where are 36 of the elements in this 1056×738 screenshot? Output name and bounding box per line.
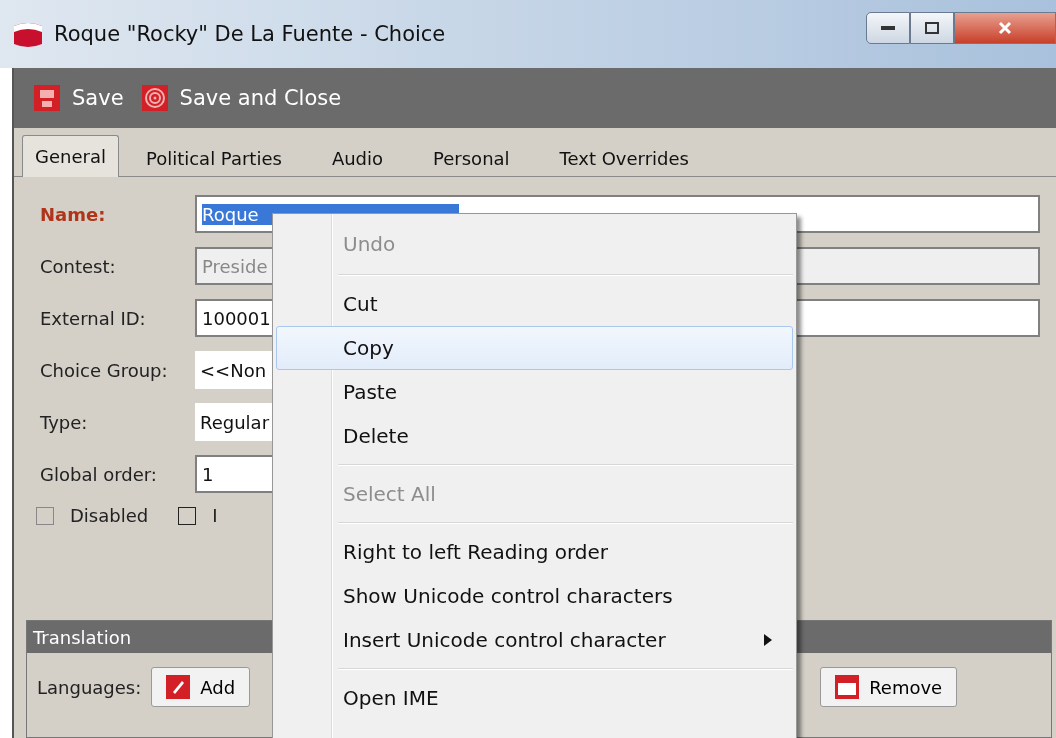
tab[interactable]: Personal <box>410 140 533 176</box>
field-label: Name: <box>40 203 107 225</box>
tab[interactable]: General <box>22 135 119 177</box>
checkbox-label: I <box>212 505 218 526</box>
save-button[interactable]: Save <box>30 85 128 111</box>
checkbox[interactable] <box>178 506 197 525</box>
window-title: Roque "Rocky" De La Fuente - Choice <box>54 22 447 46</box>
pencil-icon <box>166 675 191 699</box>
menu-item[interactable]: Right to left Reading order <box>276 530 793 574</box>
field-label: Type: <box>40 411 89 433</box>
add-button[interactable]: Add <box>151 667 251 707</box>
menu-item[interactable]: Open IME <box>276 676 793 720</box>
target-icon <box>141 85 168 111</box>
tab[interactable]: Text Overrides <box>536 140 712 176</box>
tab[interactable]: Political Parties <box>122 140 305 176</box>
save-and-close-button[interactable]: Save and Close <box>137 85 346 111</box>
field-label: Choice Group: <box>40 359 169 381</box>
menu-item[interactable]: Cut <box>276 282 793 326</box>
field-label: Languages: <box>37 676 142 698</box>
checkbox-label: Disabled <box>70 505 149 526</box>
menu-item[interactable]: Paste <box>276 370 793 414</box>
field-label: Contest: <box>40 255 117 277</box>
maximize-button[interactable] <box>910 12 954 44</box>
menu-item[interactable]: Copy <box>276 326 793 370</box>
maximize-icon <box>925 22 939 34</box>
field-label: External ID: <box>40 307 147 329</box>
app-logo-icon <box>12 20 44 48</box>
close-icon <box>998 21 1012 35</box>
menu-item[interactable]: Show Unicode control characters <box>276 574 793 618</box>
field-label: Global order: <box>40 463 158 485</box>
menu-item[interactable]: Delete <box>276 414 793 458</box>
window-icon <box>835 675 860 699</box>
tab[interactable]: Audio <box>308 140 407 176</box>
minimize-button[interactable] <box>866 12 910 44</box>
remove-button[interactable]: Remove <box>820 667 958 707</box>
minimize-icon <box>881 26 895 30</box>
